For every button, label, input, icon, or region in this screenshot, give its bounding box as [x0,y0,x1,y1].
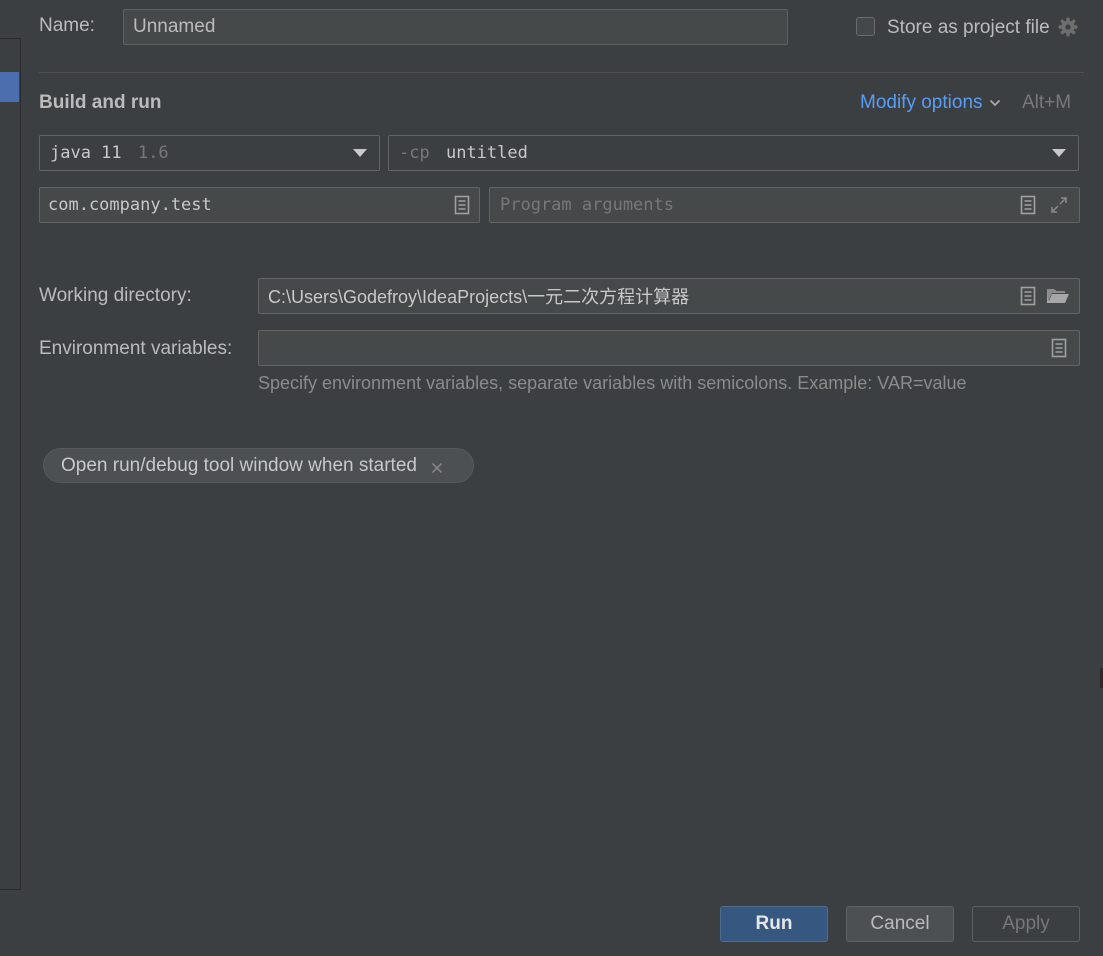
dropdown-arrow-icon [1052,149,1066,157]
document-icon[interactable] [1048,337,1070,359]
store-project-label[interactable]: Store as project file [887,17,1050,39]
expand-icon[interactable] [1048,194,1070,216]
jre-version: 1.6 [137,143,169,163]
classpath-value: untitled [445,143,528,163]
working-directory-value: C:\Users\Godefroy\IdeaProjects\一元二次方程计算器 [268,287,690,307]
close-icon[interactable] [430,459,444,473]
sidebar-edge [0,38,21,890]
modify-options-label: Modify options [860,92,983,113]
working-directory-label: Working directory: [39,285,192,306]
separator [39,72,1084,73]
modify-options-shortcut: Alt+M [1022,92,1072,113]
name-label: Name: [39,15,95,36]
name-input-value: Unnamed [133,16,216,37]
gear-icon[interactable] [1057,16,1079,38]
run-button[interactable]: Run [720,906,828,942]
cancel-button[interactable]: Cancel [846,906,954,942]
jre-value: java 11 [50,143,122,163]
main-class-value: com.company.test [48,195,212,215]
jre-dropdown[interactable]: java 11 1.6 [39,135,380,171]
chevron-down-icon [989,92,1001,114]
folder-icon[interactable] [1045,285,1071,307]
classpath-prefix: -cp [399,143,430,163]
document-icon[interactable] [1017,285,1039,307]
sidebar-selected-item[interactable] [0,72,19,102]
main-class-input[interactable]: com.company.test [39,187,480,223]
dropdown-arrow-icon [353,149,367,157]
environment-variables-label: Environment variables: [39,338,233,359]
modify-options-link[interactable]: Modify options [860,92,1001,114]
name-input[interactable]: Unnamed [123,9,788,45]
document-icon[interactable] [1017,194,1039,216]
apply-button[interactable]: Apply [972,906,1080,942]
open-tool-window-chip-label: Open run/debug tool window when started [61,454,417,476]
working-directory-input[interactable]: C:\Users\Godefroy\IdeaProjects\一元二次方程计算器 [258,278,1080,314]
open-tool-window-chip[interactable]: Open run/debug tool window when started [43,448,474,483]
program-arguments-placeholder: Program arguments [500,195,674,215]
environment-variables-input[interactable] [258,330,1080,366]
browse-class-icon[interactable] [451,194,473,216]
section-title: Build and run [39,92,162,113]
program-arguments-input[interactable]: Program arguments [489,187,1080,223]
store-project-checkbox[interactable] [856,17,875,36]
environment-variables-hint: Specify environment variables, separate … [258,373,967,393]
classpath-dropdown[interactable]: -cp untitled [388,135,1079,171]
